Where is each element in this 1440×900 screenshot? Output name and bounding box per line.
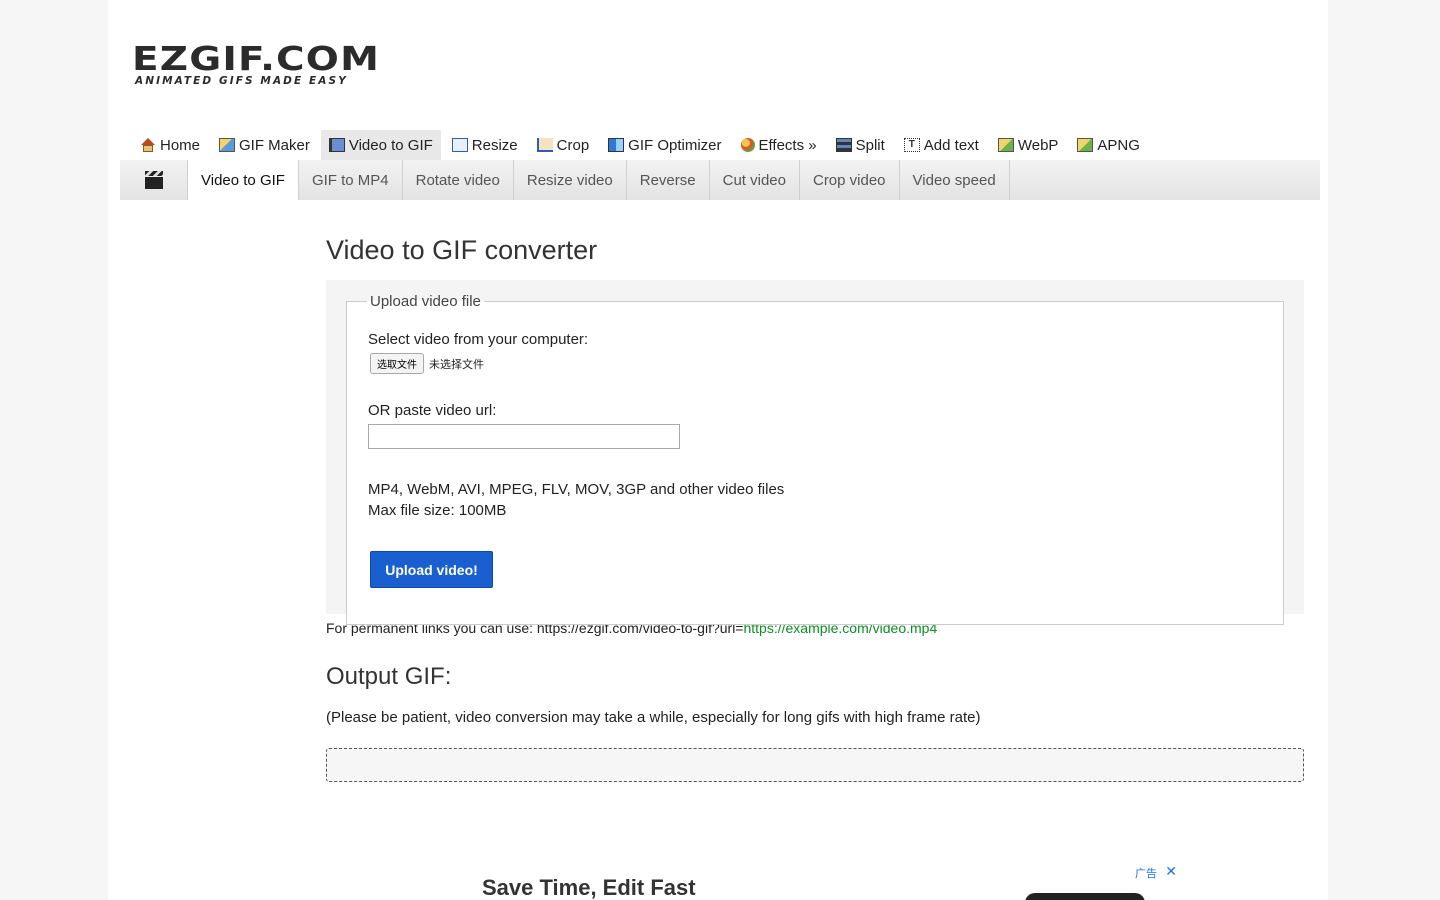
patience-note: (Please be patient, video conversion may… — [326, 709, 981, 726]
subnav-item-crop-video[interactable]: Crop video — [800, 160, 900, 200]
ad-cta-button[interactable] — [1025, 893, 1145, 900]
upload-panel: Upload video file Select video from your… — [326, 280, 1304, 625]
resize-icon — [451, 138, 468, 152]
nav-item-label: WebP — [1017, 136, 1059, 154]
image-icon — [219, 138, 236, 152]
output-area — [326, 748, 1304, 782]
page-title: Video to GIF converter — [326, 235, 598, 265]
subnav-item-video-to-gif[interactable]: Video to GIF — [188, 160, 299, 200]
nav-item-webp[interactable]: WebP — [990, 130, 1067, 160]
nav-item-split[interactable]: Split — [828, 130, 893, 160]
video-url-input[interactable] — [368, 424, 680, 449]
nav-item-home[interactable]: Home — [132, 130, 208, 160]
nav-item-apng[interactable]: APNG — [1069, 130, 1148, 160]
subnav-item-resize-video[interactable]: Resize video — [514, 160, 627, 200]
video-subnav: Video to GIF GIF to MP4 Rotate video Res… — [120, 160, 1320, 200]
subnav-item-reverse[interactable]: Reverse — [627, 160, 710, 200]
select-file-label: Select video from your computer: — [368, 331, 589, 348]
ad-headline: Save Time, Edit Fast — [482, 875, 696, 900]
file-status-text: 未选择文件 — [429, 358, 484, 371]
nav-item-label: Add text — [923, 136, 979, 154]
upload-fieldset: Upload video file Select video from your… — [346, 293, 1284, 625]
max-file-size: Max file size: 100MB — [368, 502, 507, 519]
nav-item-label: Effects » — [758, 136, 817, 154]
subnav-item-cut-video[interactable]: Cut video — [710, 160, 800, 200]
film-icon — [328, 138, 345, 152]
nav-item-label: Home — [160, 136, 201, 154]
file-input[interactable]: 选取文件 未选择文件 — [368, 353, 1262, 374]
nav-item-label: APNG — [1097, 136, 1140, 154]
page-container: EZGIF.COM ANIMATED GIFS MADE EASY Home G… — [108, 0, 1328, 900]
nav-item-add-text[interactable]: T Add text — [896, 130, 987, 160]
logo-wordmark: EZGIF.COM — [132, 39, 381, 78]
nav-item-resize[interactable]: Resize — [444, 130, 526, 160]
main-nav: Home GIF Maker Video to GIF Resize Crop … — [132, 130, 1151, 160]
text-icon: T — [903, 138, 920, 152]
ad-label[interactable]: 广告 — [1135, 865, 1157, 881]
main-content: Video to GIF converter Upload video file… — [326, 230, 1304, 782]
nav-item-label: GIF Optimizer — [628, 136, 722, 154]
apng-icon — [1077, 138, 1094, 152]
nav-item-label: GIF Maker — [239, 136, 310, 154]
output-title: Output GIF: — [326, 663, 452, 690]
site-logo[interactable]: EZGIF.COM ANIMATED GIFS MADE EASY — [132, 42, 379, 88]
nav-item-crop[interactable]: Crop — [529, 130, 598, 160]
clapperboard-icon — [144, 171, 163, 189]
nav-item-label: Video to GIF — [348, 136, 433, 154]
fieldset-legend: Upload video file — [370, 293, 481, 310]
webp-icon — [997, 138, 1014, 152]
split-icon — [835, 138, 852, 152]
choose-file-button[interactable]: 选取文件 — [370, 353, 424, 374]
video-tools-home[interactable] — [120, 160, 188, 200]
home-icon — [140, 138, 156, 152]
effects-icon — [740, 138, 755, 152]
upload-video-button[interactable]: Upload video! — [370, 551, 493, 588]
nav-item-video-to-gif[interactable]: Video to GIF — [320, 130, 441, 160]
ad-banner[interactable]: Save Time, Edit Fast 广告 ✕ — [452, 863, 1179, 900]
subnav-item-video-speed[interactable]: Video speed — [900, 160, 1010, 200]
nav-item-label: Resize — [471, 136, 518, 154]
nav-item-gif-optimizer[interactable]: GIF Optimizer — [600, 130, 729, 160]
subnav-item-gif-to-mp4[interactable]: GIF to MP4 — [299, 160, 403, 200]
optimizer-icon — [608, 138, 625, 152]
url-label: OR paste video url: — [368, 402, 497, 419]
subnav-item-rotate-video[interactable]: Rotate video — [403, 160, 514, 200]
crop-icon — [536, 138, 553, 152]
close-icon[interactable]: ✕ — [1165, 863, 1177, 880]
nav-item-effects[interactable]: Effects » — [733, 130, 825, 160]
supported-formats: MP4, WebM, AVI, MPEG, FLV, MOV, 3GP and … — [368, 481, 785, 498]
nav-item-gif-maker[interactable]: GIF Maker — [211, 130, 318, 160]
nav-item-label: Split — [855, 136, 885, 154]
nav-item-label: Crop — [556, 136, 590, 154]
